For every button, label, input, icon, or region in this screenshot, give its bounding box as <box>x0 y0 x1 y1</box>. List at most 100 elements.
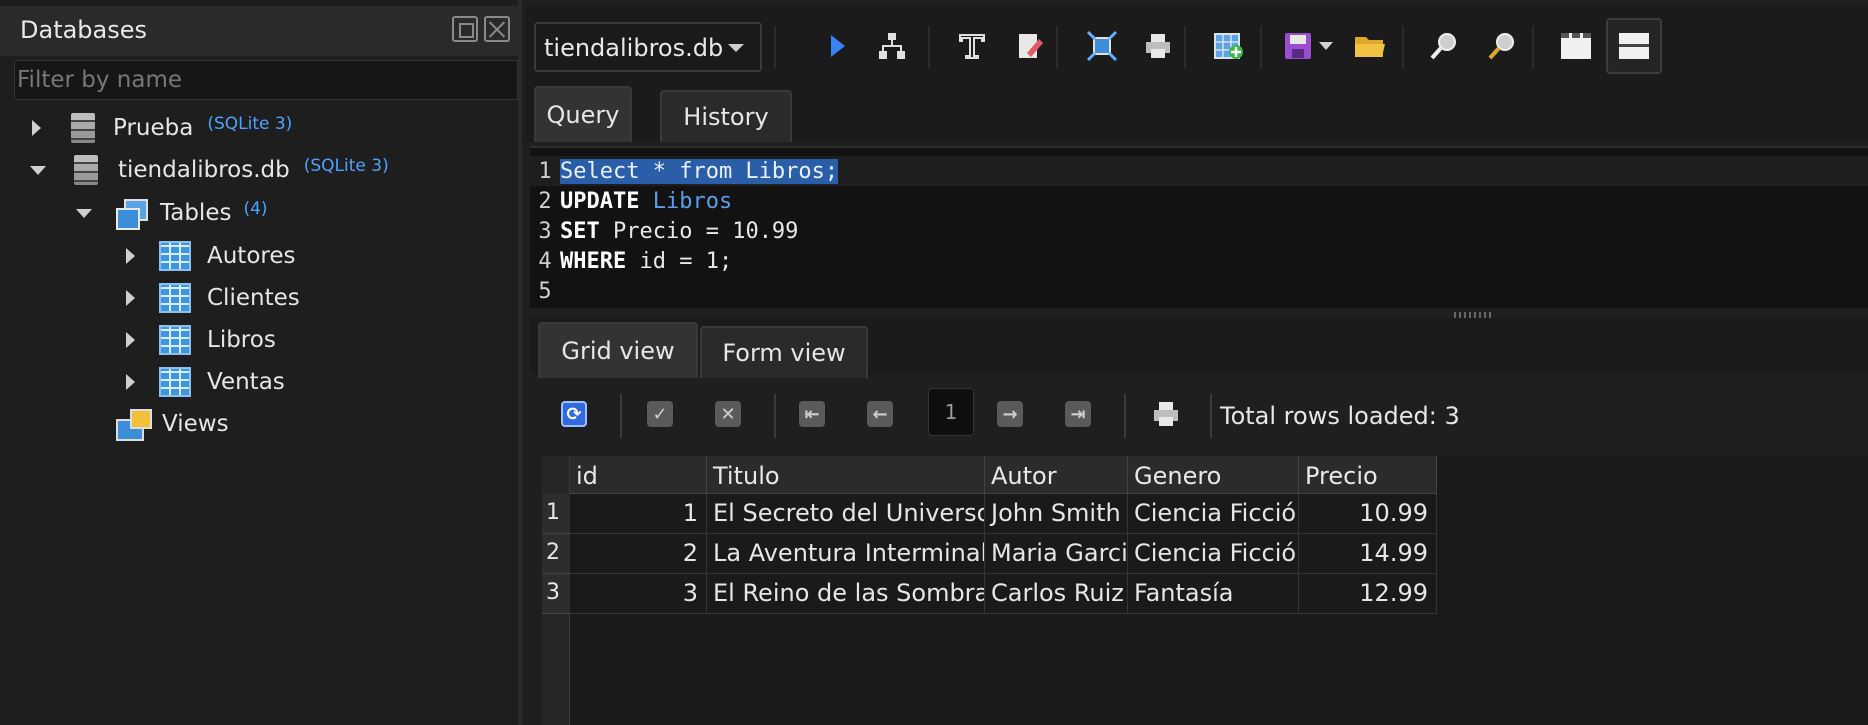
toolbar-separator <box>620 394 622 438</box>
sql-keyword: WHERE <box>560 248 627 274</box>
filter-input[interactable] <box>14 60 518 100</box>
table-cell[interactable]: 2 <box>570 534 707 574</box>
table-cell[interactable]: La Aventura Interminable <box>707 534 985 574</box>
sql-editor[interactable]: 1 Select * from Libros; 2 UPDATE Libros … <box>530 146 1868 308</box>
collapse-arrow-icon[interactable] <box>76 208 92 218</box>
toolbar-separator <box>928 26 930 68</box>
database-select[interactable]: tiendalibros.db <box>534 22 762 72</box>
tab-history[interactable]: History <box>660 90 792 142</box>
tree-item-tiendalibros[interactable]: tiendalibros.db (SQLite 3) <box>30 150 389 190</box>
total-rows-label: Total rows loaded: 3 <box>1220 402 1460 430</box>
next-page-button[interactable]: → <box>990 394 1030 434</box>
sql-identifier: Libros <box>639 188 733 214</box>
add-button[interactable] <box>1206 24 1250 68</box>
zoom-out-button[interactable] <box>1480 24 1524 68</box>
tab-query[interactable]: Query <box>534 86 632 142</box>
float-panel-icon[interactable] <box>452 16 478 42</box>
row-number[interactable]: 1 <box>542 494 570 534</box>
rollback-button[interactable]: ✕ <box>708 394 748 434</box>
layout-b-button[interactable] <box>1606 18 1662 74</box>
table-name: Autores <box>207 243 296 269</box>
table-cell[interactable]: John Smith <box>985 494 1128 534</box>
tree-item-table[interactable]: Ventas <box>126 362 285 402</box>
open-button[interactable] <box>1348 24 1392 68</box>
fit-icon <box>1086 30 1118 62</box>
table-cell[interactable]: 14.99 <box>1299 534 1437 574</box>
expand-arrow-icon[interactable] <box>126 332 135 348</box>
tables-count-badge: (4) <box>243 199 268 219</box>
format-text-button[interactable] <box>950 24 994 68</box>
toolbar-separator <box>1402 26 1404 68</box>
tree-item-table[interactable]: Autores <box>126 236 296 276</box>
chevron-down-icon <box>728 44 744 52</box>
first-page-button[interactable]: ⇤ <box>792 394 832 434</box>
code-line: 2 UPDATE Libros <box>530 186 1868 216</box>
tree-item-tables[interactable]: Tables (4) <box>76 193 268 233</box>
toolbar-separator <box>1532 26 1534 68</box>
refresh-button[interactable]: ⟳ <box>554 394 594 434</box>
layout-b-icon <box>1619 33 1649 59</box>
save-options-button[interactable] <box>1312 24 1340 68</box>
fit-button[interactable] <box>1080 24 1124 68</box>
line-number: 4 <box>538 248 552 274</box>
tree-item-prueba[interactable]: Prueba (SQLite 3) <box>32 108 292 148</box>
expand-arrow-icon[interactable] <box>126 290 135 306</box>
table-cell[interactable]: Ciencia Ficción <box>1128 494 1299 534</box>
commit-button[interactable]: ✓ <box>640 394 680 434</box>
table-cell[interactable]: Maria Garcia <box>985 534 1128 574</box>
layout-a-button[interactable] <box>1554 24 1598 68</box>
expand-arrow-icon[interactable] <box>126 248 135 264</box>
results-toolbar: ⟳ ✓ ✕ ⇤ ← → ⇥ <box>540 382 1868 448</box>
code-line: 4 WHERE id = 1; <box>530 246 1868 276</box>
zoom-in-button[interactable] <box>1422 24 1466 68</box>
row-number[interactable]: 3 <box>542 574 570 614</box>
execute-explain-button[interactable] <box>870 24 914 68</box>
tree-item-views[interactable]: Views <box>116 404 229 444</box>
prev-page-button[interactable]: ← <box>860 394 900 434</box>
results-tabs-bar: Grid view Form view <box>530 318 1868 378</box>
save-icon <box>1285 33 1311 59</box>
column-header[interactable]: id <box>570 456 707 494</box>
table-cell[interactable]: El Secreto del Universo <box>707 494 985 534</box>
column-header[interactable]: Genero <box>1128 456 1299 494</box>
tab-grid-view[interactable]: Grid view <box>538 322 698 378</box>
print-button[interactable] <box>1136 24 1180 68</box>
tree-item-table[interactable]: Libros <box>126 320 276 360</box>
expand-arrow-icon[interactable] <box>32 120 41 136</box>
table-cell[interactable]: 10.99 <box>1299 494 1437 534</box>
table-name: Ventas <box>207 369 285 395</box>
panel-header: Databases <box>0 6 522 56</box>
last-page-button[interactable]: ⇥ <box>1058 394 1098 434</box>
zoom-out-icon <box>1488 33 1514 60</box>
toolbar-separator <box>1184 26 1186 68</box>
table-cell[interactable]: El Reino de las Sombras <box>707 574 985 614</box>
print-icon <box>1146 34 1170 58</box>
next-page-icon: → <box>997 401 1023 427</box>
database-icon <box>71 113 95 143</box>
print-results-button[interactable] <box>1146 394 1186 434</box>
table-cell[interactable]: 1 <box>570 494 707 534</box>
tables-folder-icon <box>116 199 148 230</box>
table-cell[interactable]: 3 <box>570 574 707 614</box>
page-number[interactable]: 1 <box>928 388 974 436</box>
table-cell[interactable]: Fantasía <box>1128 574 1299 614</box>
column-header[interactable]: Titulo <box>707 456 985 494</box>
layout-a-icon <box>1561 33 1591 59</box>
expand-arrow-icon[interactable] <box>126 374 135 390</box>
tab-form-view[interactable]: Form view <box>700 326 868 378</box>
row-number[interactable]: 2 <box>542 534 570 574</box>
clear-button[interactable] <box>1008 24 1052 68</box>
run-button[interactable] <box>816 24 860 68</box>
code-line: 5 <box>530 276 1868 306</box>
table-cell[interactable]: Carlos Ruiz <box>985 574 1128 614</box>
table-name: Clientes <box>207 285 300 311</box>
code-line: 1 Select * from Libros; <box>530 156 1868 186</box>
table-cell[interactable]: Ciencia Ficción <box>1128 534 1299 574</box>
database-name: tiendalibros.db <box>118 157 290 183</box>
column-header[interactable]: Autor <box>985 456 1128 494</box>
close-icon[interactable] <box>484 16 510 42</box>
tree-item-table[interactable]: Clientes <box>126 278 300 318</box>
column-header[interactable]: Precio <box>1299 456 1437 494</box>
table-cell[interactable]: 12.99 <box>1299 574 1437 614</box>
collapse-arrow-icon[interactable] <box>30 165 46 175</box>
